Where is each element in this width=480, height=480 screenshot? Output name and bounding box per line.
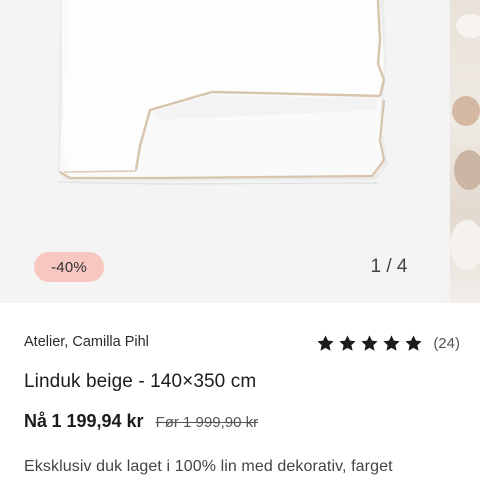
gallery-slide-current[interactable]: -40% 1 / 4 [0, 0, 440, 303]
price-before: Før 1 999,90 kr [155, 414, 259, 431]
star-icon [383, 335, 400, 351]
star-icon [361, 335, 378, 351]
image-counter: 1 / 4 [370, 256, 408, 277]
price-now: 1 199,94 kr [51, 411, 144, 431]
price-now-prefix: Nå [24, 411, 48, 431]
product-image-gallery[interactable]: -40% 1 / 4 [0, 0, 480, 303]
price-row: Nå 1 199,94 kr Før 1 999,90 kr [24, 411, 258, 432]
product-title: Linduk beige - 140×350 cm [24, 371, 257, 392]
star-icon [405, 335, 422, 351]
discount-badge: -40% [34, 252, 104, 282]
review-count[interactable]: (24) [433, 335, 460, 352]
rating-stars [316, 334, 423, 353]
product-rating[interactable]: (24) [316, 334, 460, 353]
product-description: Eksklusiv duk laget i 100% lin med dekor… [24, 458, 393, 475]
product-brand-link[interactable]: Atelier, Camilla Pihl [24, 334, 149, 350]
gallery-slide-next-preview[interactable] [450, 0, 480, 303]
star-icon [339, 335, 356, 351]
star-icon [317, 335, 334, 351]
